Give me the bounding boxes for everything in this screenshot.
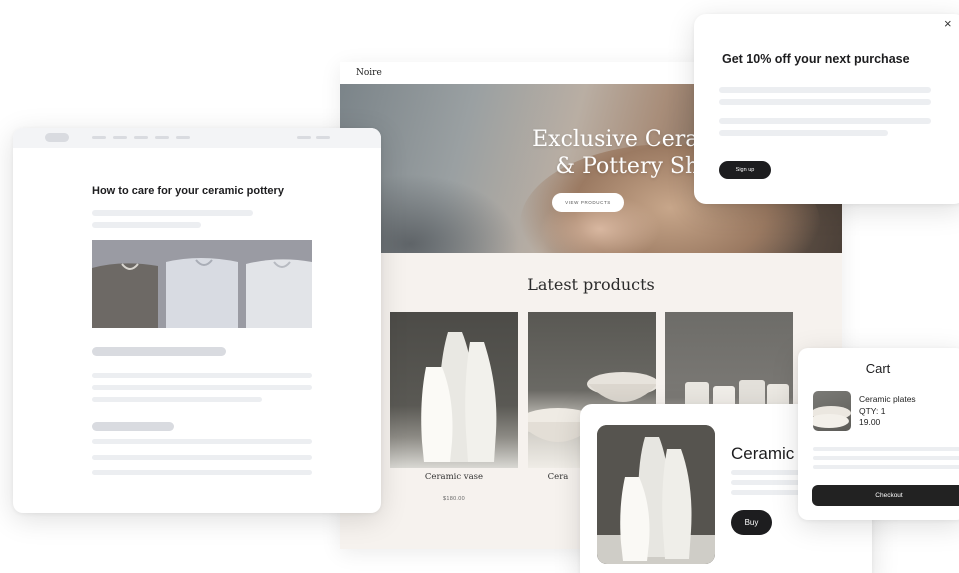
blog-header-nav-placeholder [113,136,127,139]
popup-text-placeholder [719,118,931,124]
blog-text-placeholder [92,373,312,378]
view-products-button[interactable]: VIEW PRODUCTS [552,193,624,212]
vase-illustration [421,332,497,462]
blog-subheading-placeholder [92,347,226,356]
sign-up-button[interactable]: Sign up [719,161,771,179]
blog-header-logo-placeholder [45,133,69,142]
blog-text-placeholder [92,385,312,390]
product-name-2[interactable]: Cera [528,472,588,482]
buy-button[interactable]: Buy [731,510,772,535]
blog-window-header [13,128,381,148]
blog-post-card: How to care for your ceramic pottery [13,128,381,513]
popup-text-placeholder [719,99,931,105]
shop-brand-logo[interactable]: Noire [356,68,382,78]
popup-text-placeholder [719,130,888,136]
cart-title: Cart [865,361,891,376]
cart-text-placeholder [813,456,959,460]
ceramic-jugs-illustration [92,240,312,328]
blog-header-nav-placeholder [176,136,190,139]
close-icon[interactable]: × [944,16,952,31]
latest-products-heading: Latest products [527,275,655,294]
blog-text-placeholder [92,222,201,228]
blog-header-nav-placeholder [92,136,106,139]
blog-header-nav-placeholder [297,136,311,139]
blog-text-placeholder [92,210,253,216]
product-image-vase[interactable] [390,312,518,468]
cart-item-name: Ceramic plates [859,394,916,404]
blog-subheading-placeholder [92,422,174,431]
blog-text-placeholder [92,397,262,402]
blog-text-placeholder [92,439,312,444]
popup-title: Get 10% off your next purchase [722,52,910,66]
cart-item-thumbnail [813,391,851,431]
blog-text-placeholder [92,470,312,475]
cart-panel: Cart Ceramic plates QTY: 1 19.00 Checkou… [798,348,959,520]
product-price-1: $180.00 [443,496,465,502]
discount-popup: × Get 10% off your next purchase Sign up [694,14,959,204]
cart-item-info: Ceramic plates QTY: 1 19.00 [859,394,916,429]
plates-illustration [813,406,851,428]
cart-text-placeholder [813,447,959,451]
cart-item-qty: QTY: 1 [859,405,886,416]
blog-header-nav-placeholder [134,136,148,139]
cart-item-price: 19.00 [859,417,881,427]
cart-text-placeholder [813,465,959,469]
blog-post-title[interactable]: How to care for your ceramic pottery [92,185,284,197]
blog-header-nav-placeholder [155,136,169,139]
popup-text-placeholder [719,87,931,93]
vase-illustration [597,425,715,564]
product-name-1[interactable]: Ceramic vase [390,472,518,482]
product-detail-image [597,425,715,564]
checkout-button[interactable]: Checkout [812,485,959,506]
blog-text-placeholder [92,455,312,460]
blog-header-nav-placeholder [316,136,330,139]
blog-post-image [92,240,312,328]
product-detail-name: Ceramic [731,444,795,463]
